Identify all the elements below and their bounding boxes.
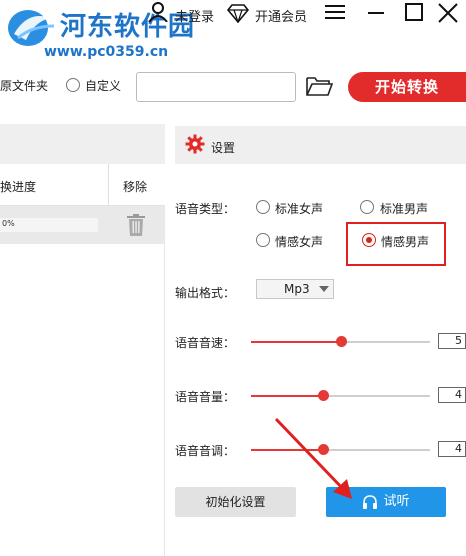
voice-option-emotional-female[interactable]: 情感女声 bbox=[275, 233, 323, 250]
listen-button[interactable]: 试听 bbox=[326, 487, 446, 517]
speed-slider-fill[interactable] bbox=[251, 341, 341, 343]
voice-option-standard-male[interactable]: 标准男声 bbox=[380, 200, 428, 217]
pitch-value-input[interactable]: 4 bbox=[438, 441, 466, 457]
voice-option-standard-female[interactable]: 标准女声 bbox=[275, 200, 323, 217]
minimize-icon[interactable] bbox=[368, 12, 384, 14]
login-status[interactable]: 未登录 bbox=[175, 6, 214, 25]
file-list-header-bar bbox=[0, 124, 165, 164]
pitch-slider-thumb[interactable] bbox=[317, 444, 329, 455]
column-remove: 移除 bbox=[123, 180, 148, 194]
volume-slider-fill[interactable] bbox=[251, 395, 323, 397]
folder-open-icon[interactable] bbox=[305, 74, 333, 98]
column-divider bbox=[108, 164, 109, 206]
voice-radio-emotional-male[interactable] bbox=[362, 233, 376, 247]
watermark-url: www.pc0359.cn bbox=[44, 44, 169, 60]
speed-slider-thumb[interactable] bbox=[335, 336, 347, 347]
output-path-input[interactable] bbox=[136, 72, 296, 102]
custom-folder-radio[interactable] bbox=[66, 78, 80, 92]
source-folder-label[interactable]: 原文件夹 bbox=[0, 77, 48, 94]
voice-radio-standard-female[interactable] bbox=[256, 200, 270, 214]
close-icon[interactable] bbox=[437, 2, 459, 24]
progress-text: 0% bbox=[2, 219, 15, 228]
start-convert-button[interactable]: 开始转换 bbox=[348, 72, 466, 102]
custom-folder-label[interactable]: 自定义 bbox=[85, 77, 121, 94]
volume-slider-thumb[interactable] bbox=[317, 390, 329, 401]
vip-button[interactable]: 开通会员 bbox=[255, 6, 307, 25]
speed-label: 语音音速： bbox=[175, 336, 236, 350]
listen-button-label: 试听 bbox=[383, 494, 410, 509]
hamburger-menu-icon[interactable] bbox=[325, 4, 345, 20]
chevron-down-icon[interactable] bbox=[319, 286, 329, 292]
watermark-logo-icon bbox=[8, 10, 55, 46]
voice-type-label: 语音类型： bbox=[175, 202, 236, 216]
volume-value-input[interactable]: 4 bbox=[438, 387, 466, 403]
reset-settings-button[interactable]: 初始化设置 bbox=[175, 487, 296, 517]
gear-icon bbox=[185, 134, 205, 154]
diamond-icon[interactable] bbox=[227, 3, 249, 23]
output-format-value[interactable]: Mp3 bbox=[284, 282, 310, 296]
voice-radio-emotional-female[interactable] bbox=[256, 233, 270, 247]
pitch-label: 语音音调： bbox=[175, 444, 236, 458]
settings-title: 设置 bbox=[211, 141, 236, 155]
headphones-icon bbox=[363, 494, 378, 509]
user-icon[interactable] bbox=[148, 2, 168, 22]
column-progress: 换进度 bbox=[0, 180, 37, 194]
speed-value-input[interactable]: 5 bbox=[438, 333, 466, 349]
output-format-label: 输出格式： bbox=[175, 286, 236, 300]
voice-radio-standard-male[interactable] bbox=[360, 200, 374, 214]
trash-icon[interactable] bbox=[126, 214, 146, 236]
voice-option-emotional-male[interactable]: 情感男声 bbox=[381, 233, 429, 250]
volume-label: 语音音量： bbox=[175, 390, 236, 404]
pitch-slider-fill[interactable] bbox=[251, 449, 323, 451]
maximize-icon[interactable] bbox=[405, 3, 423, 21]
